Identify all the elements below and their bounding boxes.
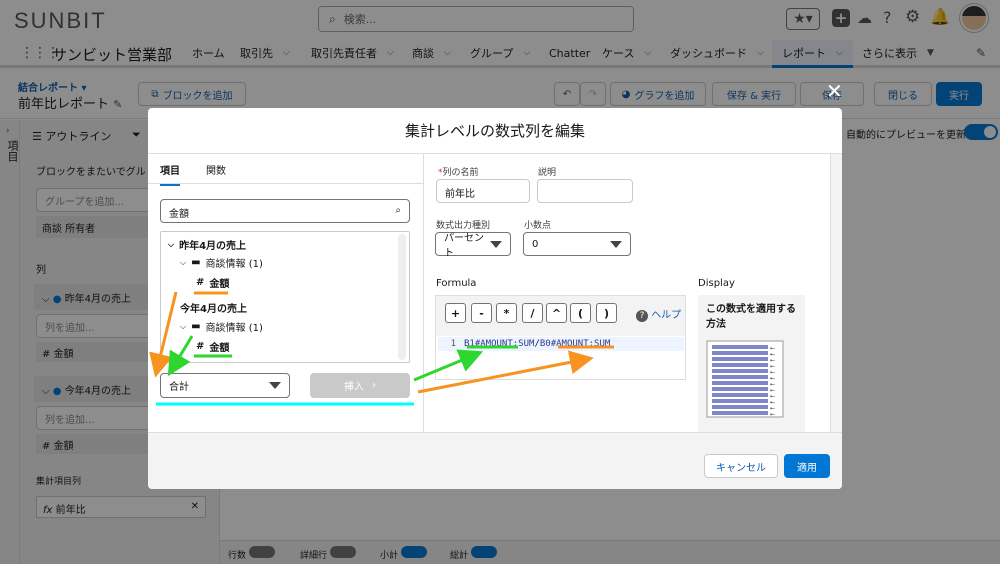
orange-arrow-down (149, 291, 178, 378)
orange-arrow-to-formula (417, 350, 594, 394)
green-arrow-down (167, 335, 194, 377)
green-arrow-to-formula (413, 349, 484, 382)
annotation-overlay (149, 291, 614, 406)
